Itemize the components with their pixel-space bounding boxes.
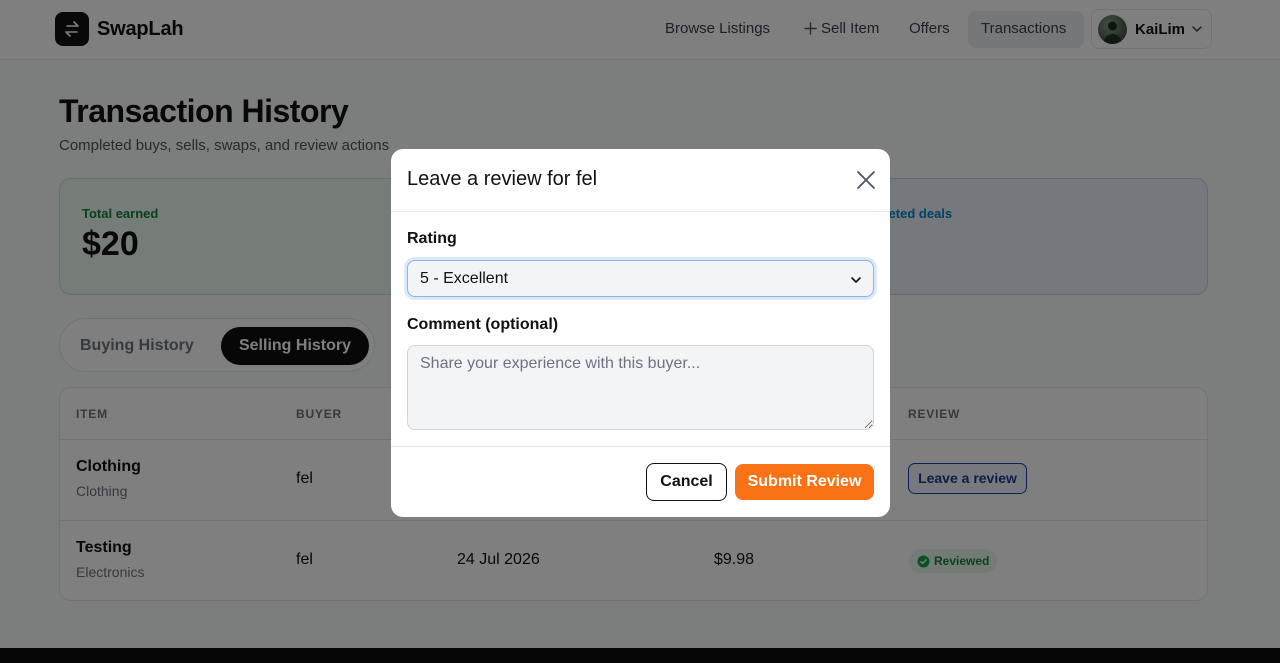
dialog-title: Leave a review for fel (407, 168, 598, 190)
review-dialog: Leave a review for fel Rating 5 - Excell… (391, 149, 890, 517)
comment-textarea[interactable] (407, 345, 874, 430)
close-icon[interactable] (855, 169, 877, 191)
submit-review-button[interactable]: Submit Review (735, 464, 874, 500)
rating-select[interactable]: 5 - Excellent (407, 260, 874, 297)
dialog-header-divider (391, 211, 890, 212)
comment-label: Comment (optional) (407, 316, 559, 333)
chevron-down-icon (851, 277, 861, 283)
rating-label: Rating (407, 230, 457, 247)
dialog-footer-divider (391, 446, 890, 447)
cancel-button[interactable]: Cancel (646, 463, 727, 501)
rating-select-value: 5 - Excellent (420, 270, 509, 287)
